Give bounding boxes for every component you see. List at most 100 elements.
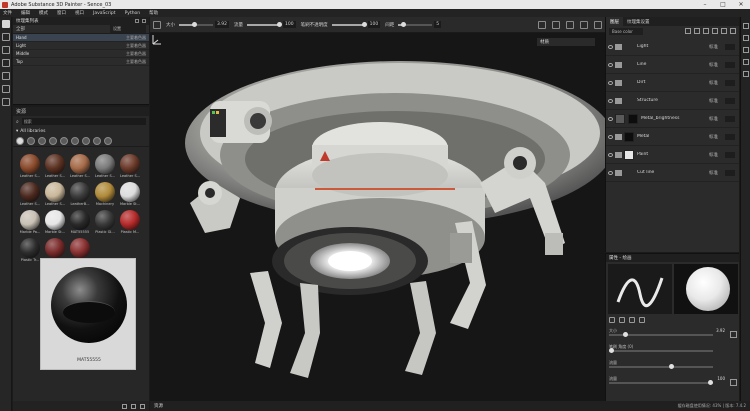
layer-blend-mode[interactable]: 标准	[709, 152, 725, 158]
layer-mask-thumbnail[interactable]	[624, 149, 634, 160]
filter-brushes-icon[interactable]	[60, 136, 68, 145]
add-layer-icon[interactable]	[712, 28, 718, 34]
texture-set-row[interactable]: Light 主要着色器	[13, 42, 149, 50]
menu-window[interactable]: 窗口	[57, 10, 66, 16]
layer-blend-mode[interactable]: 标准	[709, 44, 725, 50]
layers-dock-icon[interactable]	[743, 23, 749, 29]
stencil-icon[interactable]	[629, 317, 635, 323]
smudge-icon[interactable]	[2, 72, 10, 80]
layer-blend-mode[interactable]: 标准	[709, 134, 725, 140]
tab-layers[interactable]: 图层	[606, 17, 623, 26]
texture-set-row[interactable]: Hand 主要着色器	[13, 34, 149, 42]
brush-flow-slider[interactable]	[609, 364, 713, 369]
texture-set-shader[interactable]: 主要着色器	[126, 59, 146, 65]
layer-opacity-field[interactable]	[725, 79, 735, 86]
layer-row[interactable]: Line 标准	[606, 56, 739, 74]
display-settings-icon[interactable]	[580, 20, 588, 29]
stroke-opacity-value[interactable]: 100	[367, 21, 381, 28]
layer-opacity-field[interactable]	[725, 115, 735, 122]
brush-size-value[interactable]: 3.92	[716, 328, 725, 333]
polygon-fill-icon[interactable]	[2, 59, 10, 67]
delete-icon[interactable]	[730, 28, 736, 34]
layer-mask-thumbnail[interactable]	[628, 113, 638, 124]
color-picker-icon[interactable]	[2, 98, 10, 106]
layer-blend-mode[interactable]: 标准	[709, 116, 725, 122]
minimize-icon[interactable]: –	[696, 0, 714, 9]
close-icon[interactable]: ✕	[732, 0, 750, 9]
material-thumbnail[interactable]: Leather S...	[43, 154, 67, 181]
layer-row[interactable]: Dirt 标准	[606, 74, 739, 92]
brush-stroke-preview[interactable]	[608, 264, 672, 314]
flow-value[interactable]: 100	[283, 21, 296, 28]
material-thumbnail[interactable]: Leather S...	[118, 154, 142, 181]
material-thumbnail[interactable]: MAT55555	[68, 210, 92, 237]
pen-pressure-icon[interactable]	[730, 331, 737, 338]
opacity-pressure-icon[interactable]	[730, 379, 737, 386]
brush-opacity-slider[interactable]	[609, 380, 713, 385]
menu-edit[interactable]: 编辑	[21, 10, 30, 16]
eraser-icon[interactable]	[2, 33, 10, 41]
projection-icon[interactable]	[2, 46, 10, 54]
texture-set-shader[interactable]: 主要着色器	[126, 43, 146, 49]
menu-file[interactable]: 文件	[3, 10, 12, 16]
layer-row[interactable]: Paint 标准	[606, 146, 739, 164]
filter-alphas-icon[interactable]	[71, 136, 79, 145]
layer-row[interactable]: Metal 标准	[606, 128, 739, 146]
panel-close-icon[interactable]	[142, 19, 146, 23]
menu-help[interactable]: 帮助	[149, 10, 158, 16]
flow-slider[interactable]	[247, 21, 282, 27]
viewport-mode-dropdown[interactable]: 材质	[537, 38, 595, 46]
texture-set-shader[interactable]: 主要着色器	[126, 35, 146, 41]
filter-masks-icon[interactable]	[49, 136, 57, 145]
brush-size-slider[interactable]	[609, 332, 713, 337]
size-value[interactable]: 3.92	[215, 21, 230, 28]
properties-dock-icon[interactable]	[743, 35, 749, 41]
visibility-eye-icon[interactable]	[608, 116, 613, 121]
menu-mode[interactable]: 模式	[39, 10, 48, 16]
layer-row[interactable]: Metal_brightness 标准	[606, 110, 739, 128]
material-thumbnail[interactable]: Plastic M...	[118, 210, 142, 237]
visibility-eye-icon[interactable]	[608, 98, 613, 103]
refresh-icon[interactable]	[122, 403, 127, 409]
filter-filters-icon[interactable]	[82, 136, 90, 145]
material-thumbnail[interactable]: Marble St...	[43, 210, 67, 237]
material-thumbnail[interactable]: Plastic Tr...	[18, 238, 42, 265]
folder-icon[interactable]	[131, 403, 136, 409]
visibility-eye-icon[interactable]	[608, 44, 613, 49]
material-thumbnail[interactable]: Leather S...	[93, 154, 117, 181]
3d-viewport[interactable]: 材质	[150, 33, 605, 401]
layer-blend-mode[interactable]: 标准	[709, 80, 725, 86]
material-thumbnail[interactable]: Leather S...	[18, 154, 42, 181]
layer-row[interactable]: Light 标准	[606, 38, 739, 56]
filter-smart-materials-icon[interactable]	[27, 136, 35, 145]
filter-grid-icon[interactable]	[104, 136, 112, 145]
shader-dock-icon[interactable]	[743, 59, 749, 65]
material-thumbnail[interactable]: Leather S...	[18, 182, 42, 209]
brush-icon[interactable]	[609, 317, 615, 323]
visibility-eye-icon[interactable]	[608, 62, 613, 67]
tab-texture-set-settings[interactable]: 纹理集设置	[623, 17, 654, 26]
spacing-slider[interactable]	[398, 21, 433, 27]
alpha-icon[interactable]	[639, 317, 645, 323]
assets-search-input[interactable]: 搜索	[21, 118, 146, 125]
add-mask-icon[interactable]	[694, 28, 700, 34]
layer-opacity-field[interactable]	[725, 151, 735, 158]
menu-javascript[interactable]: JavaScript	[93, 11, 116, 16]
filter-environments-icon[interactable]	[93, 136, 101, 145]
visibility-eye-icon[interactable]	[608, 152, 613, 157]
alpha-preview[interactable]	[674, 264, 738, 314]
paint-brush-icon[interactable]	[2, 20, 10, 28]
layer-blend-mode[interactable]: 标准	[709, 170, 725, 176]
texture-set-row[interactable]: Top 主要着色器	[13, 58, 149, 66]
material-thumbnail[interactable]: Marble Pa...	[18, 210, 42, 237]
layer-blend-mode[interactable]: 标准	[709, 62, 725, 68]
material-thumbnail[interactable]: LeatherB...	[68, 182, 92, 209]
clone-icon[interactable]	[2, 85, 10, 93]
layer-mask-thumbnail[interactable]	[624, 131, 634, 142]
visibility-eye-icon[interactable]	[608, 170, 613, 175]
camera-icon[interactable]	[566, 20, 574, 29]
size-slider[interactable]	[179, 21, 213, 27]
brush-shape-icon[interactable]	[153, 20, 161, 29]
layer-opacity-field[interactable]	[725, 43, 735, 50]
layer-row[interactable]: Structure 标准	[606, 92, 739, 110]
